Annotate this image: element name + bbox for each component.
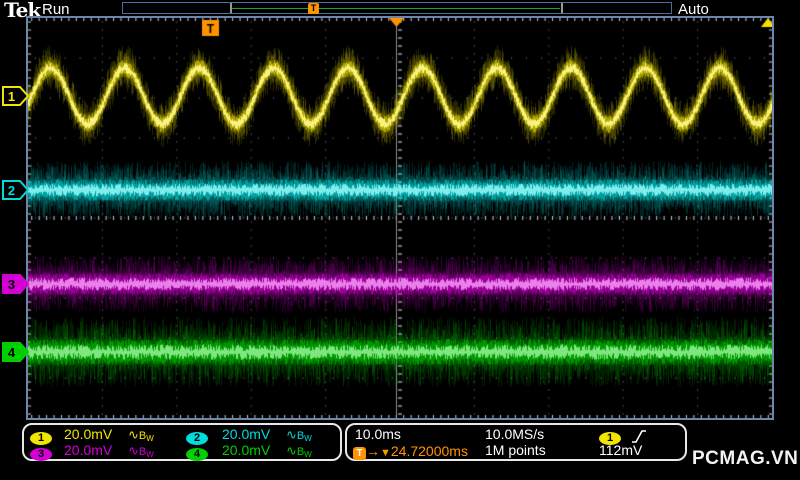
channel-4-badge[interactable]: 4 — [186, 448, 208, 461]
channel-2-ground-marker[interactable]: 2 — [2, 180, 30, 200]
channel-1-readout[interactable]: 1 — [30, 428, 52, 445]
channel-readout-box: 1 20.0mV ∿BW 2 20.0mV ∿BW 3 20.0mV ∿BW 4… — [22, 423, 342, 461]
trigger-delay-readout: T →▼24.72000ms — [353, 443, 468, 460]
watermark: PCMAG.VN — [692, 448, 799, 469]
trigger-t-icon: T — [353, 447, 366, 460]
timebase-readout: 10.0ms — [355, 426, 401, 442]
sample-rate-readout: 10.0MS/s — [485, 426, 545, 442]
channel-3-badge[interactable]: 3 — [30, 448, 52, 461]
channel-4-ground-marker[interactable]: 4 — [2, 342, 30, 362]
record-window-right-bracket — [561, 3, 563, 13]
channel-1-bandwidth-icon: ∿BW — [128, 427, 154, 443]
svg-text:4: 4 — [8, 345, 16, 360]
horizontal-trigger-readout-box: 10.0ms 10.0MS/s 1 T →▼24.72000ms 1M point… — [345, 423, 687, 461]
waveform-canvas — [28, 18, 772, 418]
channel-3-bandwidth-icon: ∿BW — [128, 443, 154, 459]
trigger-level-readout: 112mV — [599, 442, 643, 458]
channel-3-ground-marker[interactable]: 3 — [2, 274, 30, 294]
record-length-readout: 1M points — [485, 442, 546, 458]
trigger-arrow-icon: → — [366, 443, 380, 459]
record-window-line — [232, 8, 560, 9]
channel-3-scale: 20.0mV — [64, 442, 113, 458]
channel-4-readout[interactable]: 4 — [186, 444, 208, 461]
svg-text:2: 2 — [8, 183, 15, 198]
channel-1-scale: 20.0mV — [64, 426, 113, 442]
channel-1-ground-marker[interactable]: 1 — [2, 86, 30, 106]
channel-2-scale: 20.0mV — [222, 426, 271, 442]
channel-4-bandwidth-icon: ∿BW — [286, 443, 312, 459]
trigger-delay-value: 24.72000ms — [390, 443, 468, 459]
channel-2-readout[interactable]: 2 — [186, 428, 208, 445]
record-view-bar[interactable]: T — [122, 2, 672, 14]
svg-text:1: 1 — [8, 89, 15, 104]
channel-4-scale: 20.0mV — [222, 442, 271, 458]
trigger-position-tri-icon: ▼ — [380, 447, 391, 459]
channel-2-bandwidth-icon: ∿BW — [286, 427, 312, 443]
channel-3-readout[interactable]: 3 — [30, 444, 52, 461]
record-trigger-marker[interactable]: T — [308, 3, 319, 14]
svg-text:3: 3 — [8, 277, 15, 292]
